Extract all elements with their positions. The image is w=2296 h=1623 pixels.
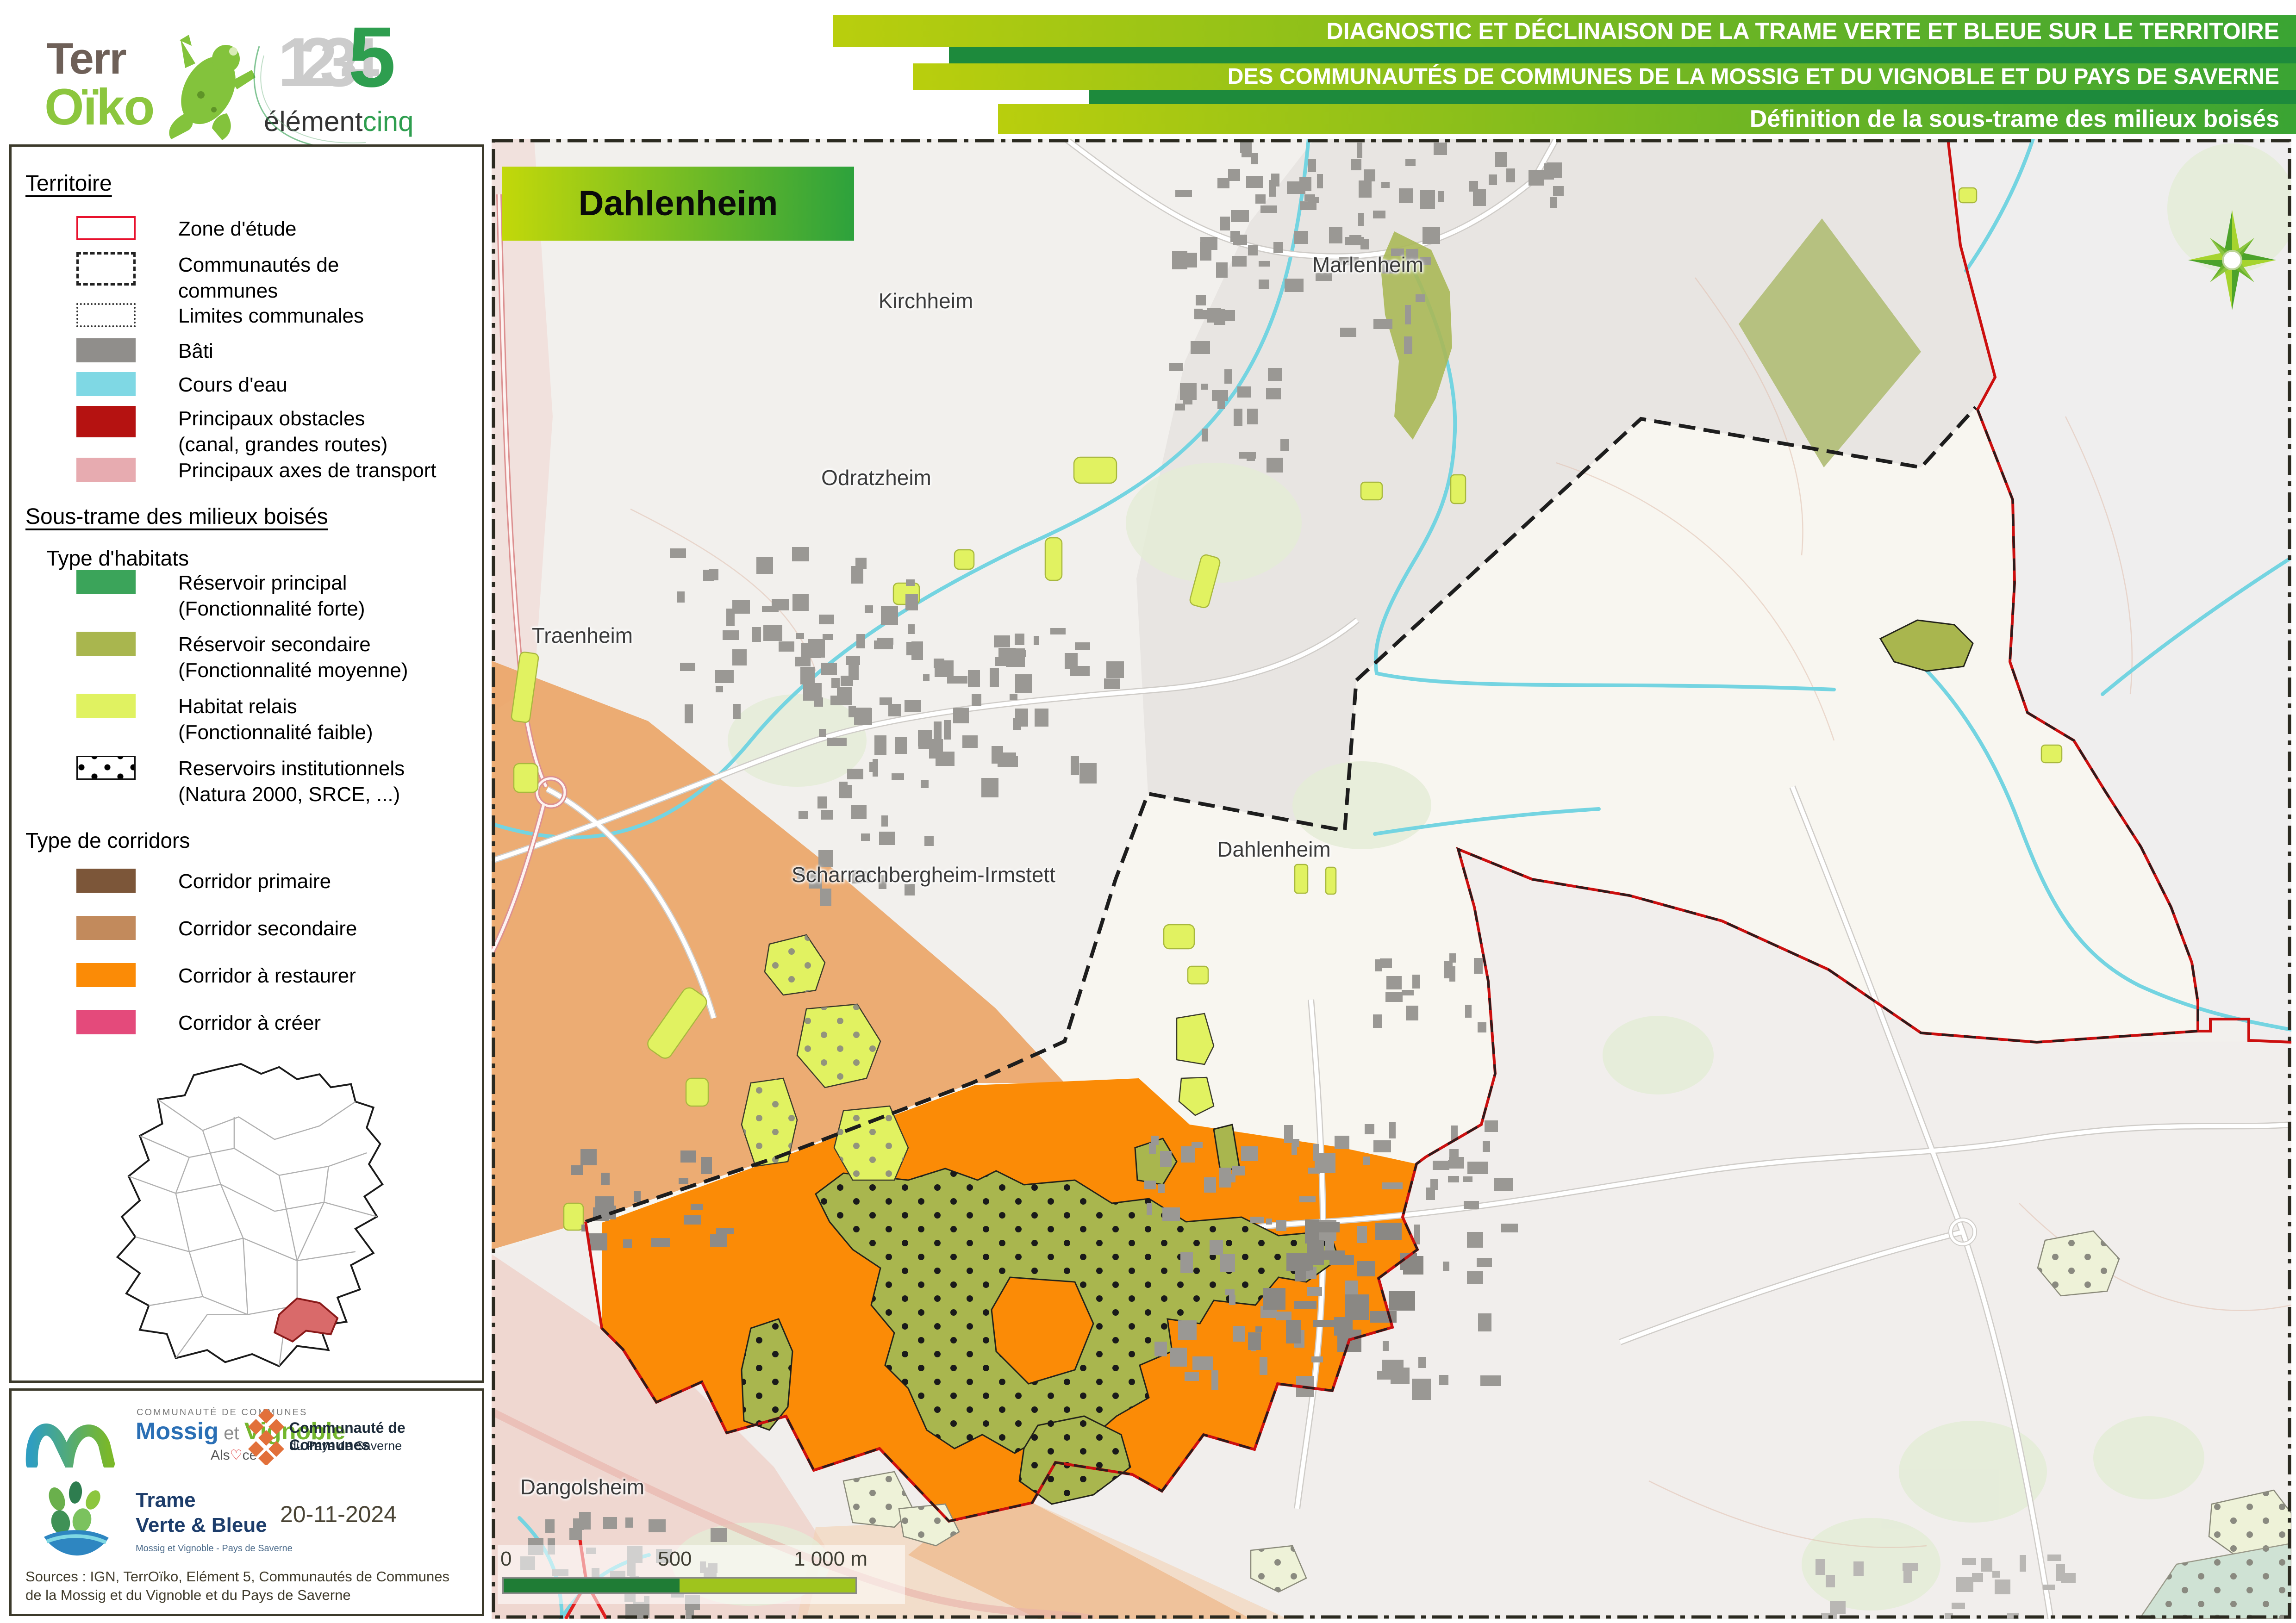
scale-bar-graphic	[502, 1577, 857, 1594]
legend-label: Corridor primaire	[178, 869, 465, 895]
map-label-kirchheim: Kirchheim	[879, 288, 973, 313]
communautes-swatch	[76, 252, 136, 286]
reservoir-secondaire-swatch	[76, 632, 136, 656]
corridor-primaire-swatch	[76, 869, 136, 893]
legend-sublabel: (Fonctionnalité faible)	[178, 721, 373, 744]
mossig-et: et	[218, 1423, 244, 1443]
bati-swatch	[76, 338, 136, 362]
legend-label: Corridor à restaurer	[178, 963, 465, 989]
tvb-logo-icon	[30, 1481, 123, 1560]
saverne-logo-line2: du Pays de Saverne	[289, 1439, 402, 1453]
map-title-box: Dahlenheim	[502, 167, 854, 241]
mossig-name1: Mossig	[136, 1418, 218, 1445]
legend-sublabel: (Natura 2000, SRCE, ...)	[178, 783, 400, 806]
scale-bar: 0 500 1 000 m	[498, 1545, 905, 1604]
reservoir-principal-swatch	[76, 570, 136, 594]
legend-habitats-title: Type d'habitats	[46, 546, 189, 571]
legend-label: Corridor secondaire	[178, 916, 465, 942]
header-title-bar-2: DES COMMUNAUTÉS DE COMMUNES DE LA MOSSIG…	[913, 63, 2296, 90]
legend-territoire-title: Territoire	[25, 171, 112, 196]
tvb-logo-subtitle: Mossig et Vignoble - Pays de Saverne	[136, 1543, 293, 1554]
legend-soustrame-title: Sous-trame des milieux boisés	[25, 504, 328, 529]
legend-sublabel: (Fonctionnalité moyenne)	[178, 659, 408, 682]
legend-label: Communautés de communes	[178, 252, 419, 304]
sources-text: Sources : IGN, TerrOïko, Elément 5, Comm…	[25, 1567, 465, 1604]
legend-label: Principaux axes de transport	[178, 458, 465, 484]
legend-sublabel: (canal, grandes routes)	[178, 433, 387, 456]
legend-label: Réservoir secondaire	[178, 633, 371, 656]
header-title-line1: DIAGNOSTIC ET DÉCLINAISON DE LA TRAME VE…	[1327, 18, 2296, 44]
legend-label: Limites communales	[178, 303, 465, 329]
scale-label-500: 500	[658, 1548, 692, 1571]
scale-label-0: 0	[500, 1548, 512, 1571]
legend-label: Cours d'eau	[178, 372, 465, 398]
header-bar-shadow-2	[1089, 90, 2296, 104]
zone-etude-swatch	[76, 216, 136, 240]
header-title-line3: Définition de la sous-trame des milieux …	[1750, 106, 2296, 132]
legend-panel: Territoire Zone d'étude Communautés de c…	[9, 144, 484, 1383]
frog-icon	[153, 25, 259, 141]
scale-label-1000: 1 000 m	[794, 1548, 867, 1571]
limites-swatch	[76, 303, 136, 327]
legend-label: Réservoir principal	[178, 572, 347, 594]
map-label-dahlenheim: Dahlenheim	[1217, 837, 1330, 862]
cours-eau-swatch	[76, 372, 136, 396]
legend-label: Habitat relais	[178, 695, 297, 718]
axes-transport-swatch	[76, 458, 136, 482]
corridor-secondaire-swatch	[76, 916, 136, 940]
obstacles-swatch	[76, 406, 136, 437]
mossig-vignoble-logo-icon	[25, 1407, 127, 1468]
footer-panel: COMMUNAUTÉ DE COMMUNES Mossig et Vignobl…	[9, 1388, 484, 1616]
map-label-marlenheim: Marlenheim	[1312, 252, 1423, 277]
saverne-logo-icon	[247, 1409, 287, 1465]
corridor-a-restaurer-swatch	[76, 963, 136, 987]
mossig-region-pre: Als	[211, 1448, 230, 1463]
legend-label: Bâti	[178, 338, 465, 364]
header-bar-shadow-1	[949, 47, 2296, 63]
legend-corridors-title: Type de corridors	[25, 828, 190, 853]
legend-label: Zone d'étude	[178, 216, 465, 242]
legend-sublabel: (Fonctionnalité forte)	[178, 597, 365, 620]
legend-label: Principaux obstacles	[178, 407, 365, 430]
terroiko-logo-text-terr: Terr	[46, 33, 126, 84]
header-title-bar-1: DIAGNOSTIC ET DÉCLINAISON DE LA TRAME VE…	[833, 15, 2296, 47]
element5-swoosh-icon	[245, 28, 458, 162]
header-title-bar-3: Définition de la sous-trame des milieux …	[998, 104, 2296, 134]
habitat-relais-swatch	[76, 694, 136, 718]
legend-label: Reservoirs institutionnels	[178, 757, 405, 780]
inset-locator-map	[81, 1063, 414, 1368]
map-label-scharrachbergheim: Scharrachbergheim-Irmstett	[792, 862, 1055, 887]
reservoirs-institutionnels-swatch	[76, 756, 136, 780]
legend-label: Corridor à créer	[178, 1010, 465, 1036]
tvb-logo-line1: Trame	[136, 1489, 196, 1512]
corridor-a-creer-swatch	[76, 1010, 136, 1034]
map-graphic	[492, 139, 2291, 1619]
header-title-line2: DES COMMUNAUTÉS DE COMMUNES DE LA MOSSIG…	[1228, 64, 2296, 89]
terroiko-logo-text-oiko: Oïko	[44, 78, 154, 137]
map-label-dangolsheim: Dangolsheim	[520, 1474, 644, 1499]
tvb-logo-line2: Verte & Bleue	[136, 1514, 267, 1537]
map-date: 20-11-2024	[280, 1501, 397, 1528]
map-canvas: Kirchheim Marlenheim Odratzheim Traenhei…	[492, 139, 2291, 1619]
map-label-traenheim: Traenheim	[532, 623, 633, 648]
page: Terr Oïko 1234 5 élémentcinq DIAGNOSTIC …	[0, 0, 2296, 1623]
map-label-odratzheim: Odratzheim	[821, 465, 931, 490]
